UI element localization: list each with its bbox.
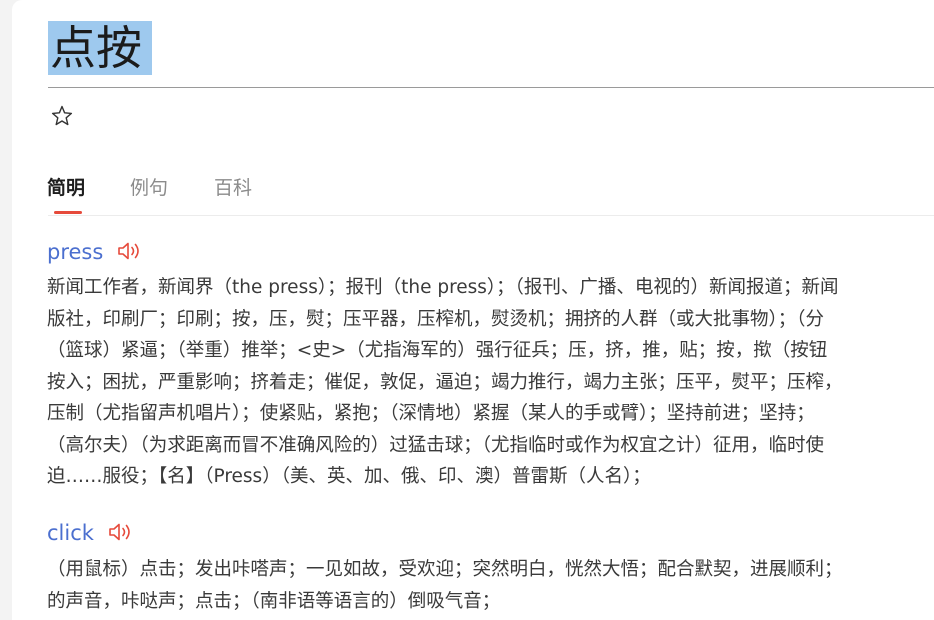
entry-word-press[interactable]: press <box>47 238 103 266</box>
headword-underline <box>48 87 934 88</box>
tab-divider <box>48 215 934 216</box>
tab-encyclopedia[interactable]: 百科 <box>214 175 252 201</box>
tab-examples[interactable]: 例句 <box>130 175 168 201</box>
active-tab-indicator <box>54 211 82 214</box>
entry-word-click[interactable]: click <box>47 519 94 547</box>
dictionary-card: 点按 简明 例句 百科 press 新闻工作者，新闻界（the press）；报… <box>12 0 934 620</box>
definition-line: 的声音，咔哒声；点击；（南非语等语言的）倒吸气音； <box>47 590 501 612</box>
definition-line: 版社，印刷厂；印刷；按，压，熨；压平器，压榨机，熨烫机；拥挤的人群（或大批事物）… <box>47 308 825 330</box>
definition-press: 新闻工作者，新闻界（the press）；报刊（the press）；（报刊、广… <box>47 272 934 493</box>
definition-line: （高尔夫）（为求距离而冒不准确风险的）过猛击球；（尤指临时或作为权宜之计）征用，… <box>47 434 825 456</box>
definition-line: （篮球）紧逼；（举重）推举；<史>（尤指海军的）强行征兵；压，挤，推，贴；按，揿… <box>47 340 828 361</box>
definition-click: （用鼠标）点击；发出咔嗒声；一见如故，受欢迎；突然明白，恍然大悟；配合默契，进展… <box>47 554 934 617</box>
definition-line: 迫……服役；【名】（Press）（美、英、加、俄、印、澳）普雷斯（人名）； <box>47 466 651 487</box>
definition-line: 压制（尤指留声机唱片）；使紧贴，紧抱；（深情地）紧握（某人的手或臂）；坚持前进；… <box>47 403 815 424</box>
headword[interactable]: 点按 <box>48 21 152 75</box>
definition-line: 新闻工作者，新闻界（the press）；报刊（the press）；（报刊、广… <box>47 277 839 298</box>
speaker-icon[interactable] <box>107 520 135 544</box>
star-outline-icon[interactable] <box>50 104 74 128</box>
definition-line: （用鼠标）点击；发出咔嗒声；一见如故，受欢迎；突然明白，恍然大悟；配合默契，进展… <box>47 559 843 580</box>
definition-line: 按入；困扰，严重影响；挤着走；催促，敦促，逼迫；竭力推行，竭力主张；压平，熨平；… <box>47 371 843 393</box>
tab-concise[interactable]: 简明 <box>47 175 85 201</box>
speaker-icon[interactable] <box>116 239 144 263</box>
